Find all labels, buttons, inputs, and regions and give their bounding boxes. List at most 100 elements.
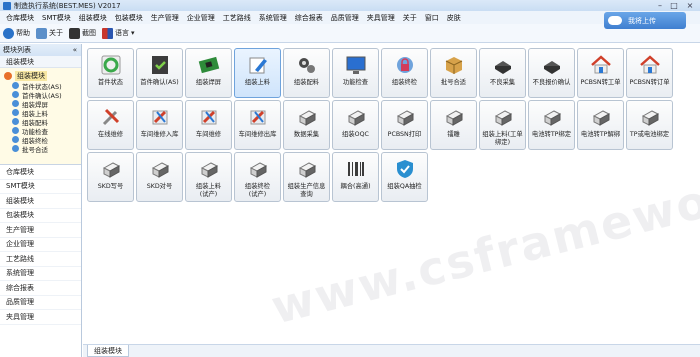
menu-item[interactable]: 包装模块: [111, 13, 147, 23]
about-button[interactable]: 关于: [36, 27, 63, 39]
menu-item[interactable]: 窗口: [421, 13, 443, 23]
sidebar-title: 模块列表: [3, 46, 31, 54]
menu-item[interactable]: 仓库模块: [2, 13, 38, 23]
tree-root-label: 组装模块: [15, 70, 47, 81]
sync-label: 我将上传: [628, 16, 656, 25]
tile-label: 组装上料(工单 绑定): [482, 131, 523, 146]
about-label: 关于: [49, 29, 63, 37]
function-tile[interactable]: 功能检查: [332, 48, 379, 98]
sidebar-section-header[interactable]: 组装模块: [0, 56, 81, 68]
scanner-icon: [344, 106, 368, 128]
menu-item[interactable]: SMT模块: [38, 13, 75, 23]
function-tile[interactable]: 耦合(高通): [332, 152, 379, 202]
function-tile[interactable]: 不良采集: [479, 48, 526, 98]
help-button[interactable]: 帮助: [3, 27, 30, 39]
folder-icon: [4, 71, 12, 80]
bottom-tab-bar: 组装模块: [83, 344, 700, 357]
menu-item[interactable]: 生产管理: [147, 13, 183, 23]
function-tile[interactable]: 组装上料: [234, 48, 281, 98]
scanner-icon: [442, 106, 466, 128]
function-tile[interactable]: PCBSN打印: [381, 100, 428, 150]
tile-label: 首件确认(AS): [140, 79, 179, 86]
tile-label: PCBSN打印: [387, 131, 422, 138]
sidebar-module-item[interactable]: 系统管理: [0, 267, 81, 281]
menu-item[interactable]: 组装模块: [75, 13, 111, 23]
sidebar-module-item[interactable]: SMT模块: [0, 180, 81, 194]
function-tile[interactable]: 组装配料: [283, 48, 330, 98]
function-tile[interactable]: 电池转TP绑定: [528, 100, 575, 150]
sidebar-module-item[interactable]: 仓库模块: [0, 165, 81, 180]
node-icon: [12, 136, 19, 143]
function-tile[interactable]: 首件确认(AS): [136, 48, 183, 98]
collapse-icon[interactable]: «: [73, 46, 77, 54]
function-tile[interactable]: 首件状态: [87, 48, 134, 98]
tile-label: TP或电池绑定: [629, 131, 670, 138]
sidebar-module-item[interactable]: 综合报表: [0, 281, 81, 296]
sidebar-module-item[interactable]: 夹具管理: [0, 310, 81, 325]
node-icon: [12, 91, 19, 98]
function-tile[interactable]: 电池转TP解绑: [577, 100, 624, 150]
maximize-button[interactable]: □: [668, 0, 680, 10]
close-button[interactable]: ×: [684, 0, 696, 10]
function-tile[interactable]: 不良报价确认: [528, 48, 575, 98]
house-icon: [638, 54, 662, 76]
tile-label: 组装OQC: [342, 131, 369, 138]
function-tile[interactable]: 组装上料 (试产): [185, 152, 232, 202]
function-tile[interactable]: PCBSN转订单: [626, 48, 673, 98]
sidebar-module-item[interactable]: 包装模块: [0, 209, 81, 223]
menu-item[interactable]: 综合报表: [291, 13, 327, 23]
function-tile[interactable]: 组装生产信息 查询: [283, 152, 330, 202]
node-icon: [12, 82, 19, 89]
tree-root[interactable]: 组装模块: [0, 70, 81, 81]
menu-item[interactable]: 企业管理: [183, 13, 219, 23]
function-tile[interactable]: 组装OQC: [332, 100, 379, 150]
toolbar: 帮助 关于 截图 语言 ▾: [0, 24, 700, 43]
function-tile[interactable]: SKD写号: [87, 152, 134, 202]
function-tile[interactable]: 组装QA抽检: [381, 152, 428, 202]
node-icon: [12, 118, 19, 125]
tile-label: 镭雕: [447, 131, 460, 138]
screenshot-button[interactable]: 截图: [69, 27, 96, 39]
sync-upload-button[interactable]: 我将上传: [604, 12, 686, 29]
tile-label: PCBSN转工单: [580, 79, 621, 86]
function-tile[interactable]: TP或电池绑定: [626, 100, 673, 150]
sidebar-module-item[interactable]: 工艺路线: [0, 252, 81, 267]
chevron-down-icon: ▾: [131, 29, 135, 37]
function-tile[interactable]: 车间维修: [185, 100, 232, 150]
function-tile[interactable]: SKD对号: [136, 152, 183, 202]
menu-item[interactable]: 品质管理: [327, 13, 363, 23]
sidebar-module-item[interactable]: 企业管理: [0, 238, 81, 252]
tile-label: 功能检查: [342, 79, 369, 86]
tab-assembly-module[interactable]: 组装模块: [87, 345, 129, 357]
sidebar-module-item[interactable]: 组装模块: [0, 194, 81, 209]
function-tile[interactable]: 镭雕: [430, 100, 477, 150]
menu-item[interactable]: 夹具管理: [363, 13, 399, 23]
tools-icon: [99, 106, 123, 128]
tree-node[interactable]: 批号合适: [0, 144, 81, 154]
main-panel: 首件状态 首件确认(AS) 组装焊屏 组装上料 组装配料 功能检查 组装终检 批号合适 不良采集…: [83, 44, 700, 344]
sidebar-module-item[interactable]: 品质管理: [0, 296, 81, 310]
function-tile[interactable]: 数据采集: [283, 100, 330, 150]
menu-item[interactable]: 皮肤: [443, 13, 465, 23]
sidebar-module-item[interactable]: 生产管理: [0, 223, 81, 238]
function-tile[interactable]: 组装终检 (试产): [234, 152, 281, 202]
shield-check-icon: [393, 158, 417, 180]
menu-item[interactable]: 工艺路线: [219, 13, 255, 23]
function-tile[interactable]: 车间维修入库: [136, 100, 183, 150]
function-tile[interactable]: 车间维修出库: [234, 100, 281, 150]
about-icon: [36, 27, 47, 39]
menu-item[interactable]: 系统管理: [255, 13, 291, 23]
menu-item[interactable]: 关于: [399, 13, 421, 23]
lock-icon: [393, 54, 417, 76]
function-tile[interactable]: PCBSN转工单: [577, 48, 624, 98]
function-tile[interactable]: 组装焊屏: [185, 48, 232, 98]
function-tile[interactable]: 组装上料(工单 绑定): [479, 100, 526, 150]
function-tile[interactable]: 批号合适: [430, 48, 477, 98]
function-tile[interactable]: 组装终检: [381, 48, 428, 98]
module-sidebar: 模块列表 « 组装模块 组装模块 首件状态(AS) 首件确认(AS) 组装焊屏 组装上…: [0, 44, 82, 357]
menu-bar: 仓库模块 SMT模块 组装模块 包装模块 生产管理 企业管理 工艺路线 系统管理 综合报表 品质管…: [0, 11, 700, 24]
help-icon: [3, 27, 14, 39]
language-button[interactable]: 语言 ▾: [102, 27, 135, 39]
minimize-button[interactable]: –: [654, 0, 666, 10]
function-tile[interactable]: 在线维修: [87, 100, 134, 150]
